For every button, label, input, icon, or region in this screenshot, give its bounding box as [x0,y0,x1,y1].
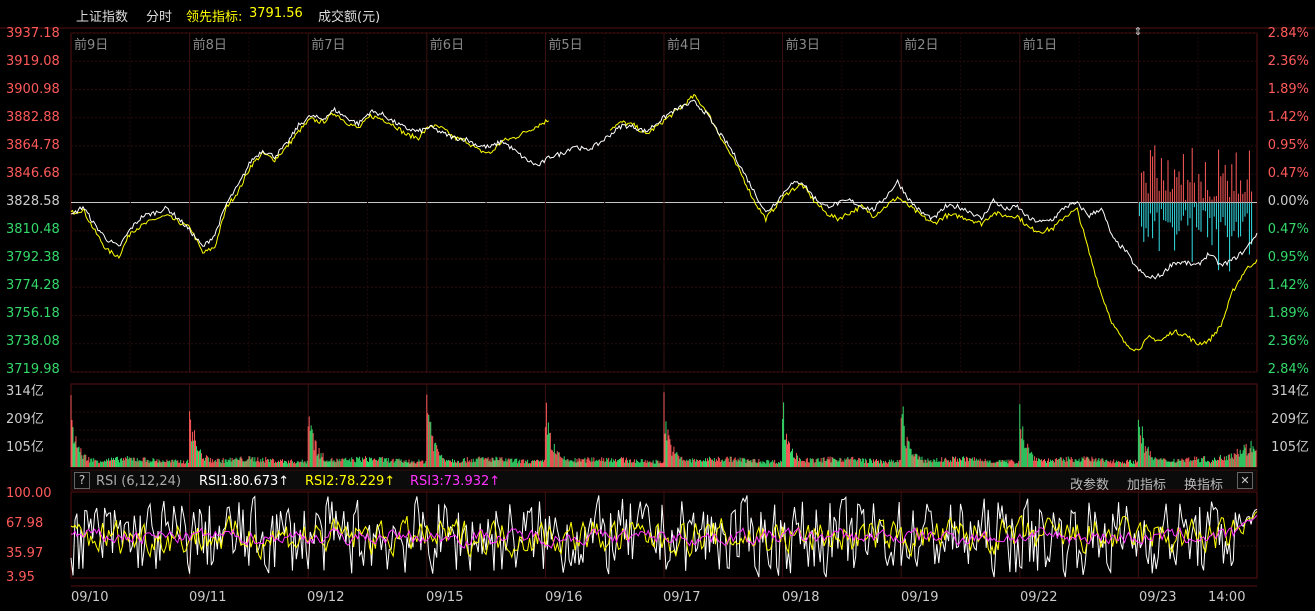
rsi-tick: 100.00 [6,486,52,501]
volume-tick: 209亿 [6,412,44,427]
date-label: 09/19 [901,590,939,605]
pct-tick: 1.42% [1267,278,1309,293]
pct-tick: 1.89% [1267,82,1309,97]
price-tick: 3900.98 [6,82,60,97]
volume-tick: 314亿 [6,384,44,399]
price-tick: 3792.38 [6,250,60,265]
price-tick: 3719.98 [6,362,60,377]
rsi-tick: 35.97 [6,546,44,561]
pct-tick: 2.36% [1267,334,1309,349]
pct-tick: 2.84% [1267,362,1309,377]
price-tick: 3738.08 [6,334,60,349]
leading-indicator-label: 领先指标: [186,10,243,25]
rsi-tick: 3.95 [6,570,35,585]
pct-tick: 2.84% [1267,26,1309,41]
day-label: 前9日 [74,37,108,53]
day-label: 前7日 [311,37,345,53]
up-down-arrow-icon: ⇕ [1133,25,1142,38]
rsi-tick: 67.98 [6,516,44,531]
pct-tick: 1.42% [1267,110,1309,125]
pct-tick: 0.00% [1267,194,1309,209]
volume-tick: 105亿 [6,440,44,455]
date-label: 09/22 [1020,590,1058,605]
price-tick: 3937.18 [6,26,60,41]
price-tick: 3882.88 [6,110,60,125]
date-label: 09/15 [426,590,464,605]
day-label: 前8日 [193,37,227,53]
date-label: 09/11 [189,590,227,605]
price-tick: 3919.08 [6,54,60,69]
date-label: 09/18 [782,590,820,605]
day-label: 前2日 [904,37,938,53]
date-label: 09/12 [307,590,345,605]
rsi2-value: RSI2:78.229↑ [305,474,396,489]
pct-tick: 0.95% [1267,250,1309,265]
price-tick: 3810.48 [6,222,60,237]
date-label: 14:00 [1208,590,1246,605]
price-tick: 3864.78 [6,138,60,153]
day-label: 前6日 [430,37,464,53]
add-indicator-button[interactable]: 加指标 [1127,474,1166,493]
question-icon[interactable]: ? [74,472,90,489]
rsi3-value: RSI3:73.932↑ [410,474,501,489]
price-tick: 3846.68 [6,166,60,181]
indicator-name[interactable]: RSI (6,12,24) [96,474,181,489]
date-label: 09/17 [663,590,701,605]
pct-tick: 0.47% [1267,222,1309,237]
day-label: 前4日 [667,37,701,53]
mode-label[interactable]: 分时 [146,6,172,25]
price-tick: 3828.58 [6,194,60,209]
day-label: 前3日 [786,37,820,53]
volume-title: 成交额(元) [318,10,381,25]
pct-tick: 0.47% [1267,166,1309,181]
volume-tick: 209亿 [1271,412,1309,427]
rsi1-value: RSI1:80.673↑ [199,474,290,489]
date-label: 09/23 [1139,590,1177,605]
chart-canvas[interactable]: 前9日 前8日 前7日 前6日 前5日 前4日 前3日 前2日 前1日 ⇕ [0,0,1315,611]
switch-indicator-button[interactable]: 换指标 [1184,474,1223,493]
close-icon[interactable]: ✕ [1237,472,1253,489]
pct-tick: 1.89% [1267,306,1309,321]
pct-tick: 0.95% [1267,138,1309,153]
leading-indicator-value: 3791.56 [249,6,303,21]
price-tick: 3756.18 [6,306,60,321]
volume-tick: 105亿 [1271,440,1309,455]
pct-tick: 2.36% [1267,54,1309,69]
intraday-chart-window: 前9日 前8日 前7日 前6日 前5日 前4日 前3日 前2日 前1日 ⇕ 上证指数 分时 领先指… [0,0,1315,611]
index-name[interactable]: 上证指数 [76,6,128,25]
day-label: 前1日 [1023,37,1057,53]
volume-tick: 314亿 [1271,384,1309,399]
price-tick: 3774.28 [6,278,60,293]
edit-params-button[interactable]: 改参数 [1070,474,1109,493]
day-label: 前5日 [548,37,582,53]
date-label: 09/10 [71,590,109,605]
date-label: 09/16 [545,590,583,605]
